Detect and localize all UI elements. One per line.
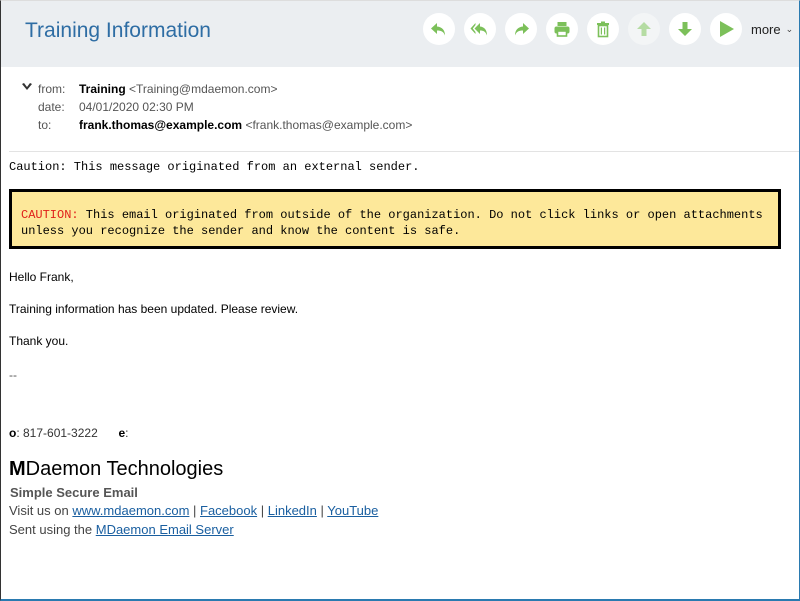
message-text: Training information has been updated. P… — [9, 302, 299, 316]
closing: Thank you. — [9, 334, 69, 348]
visit-line: Visit us on www.mdaemon.com | Facebook |… — [9, 503, 379, 518]
youtube-link[interactable]: YouTube — [327, 503, 378, 518]
email-value: : — [125, 426, 129, 440]
to-address: <frank.thomas@example.com> — [245, 118, 413, 132]
play-button[interactable] — [710, 13, 742, 45]
print-icon — [554, 22, 570, 37]
phone-value: : 817-601-3222 — [16, 426, 98, 440]
contact-line: o: 817-601-3222 e: — [9, 426, 128, 440]
caution-label: CAUTION: — [21, 208, 79, 222]
reply-icon — [431, 23, 445, 36]
signature-separator: -- — [9, 368, 17, 382]
caution-text: This email originated from outside of th… — [21, 208, 763, 238]
message-toolbar: more ⌄ — [423, 13, 793, 45]
to-name[interactable]: frank.thomas@example.com — [79, 118, 242, 132]
reply-all-button[interactable] — [464, 13, 496, 45]
arrow-up-icon — [637, 22, 651, 36]
message-subject: Training Information — [25, 19, 211, 42]
company-name: MDaemon Technologies — [9, 458, 224, 480]
next-button[interactable] — [669, 13, 701, 45]
to-label: to: — [38, 118, 52, 132]
external-sender-notice: Caution: This message originated from an… — [9, 160, 420, 174]
website-link[interactable]: www.mdaemon.com — [72, 503, 189, 518]
delete-button[interactable] — [587, 13, 619, 45]
company-tagline: Simple Secure Email — [10, 485, 138, 500]
arrow-down-icon — [678, 22, 692, 36]
reply-button[interactable] — [423, 13, 455, 45]
print-button[interactable] — [546, 13, 578, 45]
forward-icon — [515, 23, 529, 36]
play-icon — [720, 21, 734, 37]
from-name[interactable]: Training — [79, 82, 126, 96]
sent-using-line: Sent using the MDaemon Email Server — [9, 522, 234, 537]
previous-button[interactable] — [628, 13, 660, 45]
collapse-details-icon[interactable] — [22, 82, 32, 94]
linkedin-link[interactable]: LinkedIn — [268, 503, 317, 518]
from-label: from: — [38, 82, 66, 96]
trash-icon — [597, 21, 609, 38]
greeting: Hello Frank, — [9, 270, 74, 284]
more-label: more — [751, 21, 781, 37]
caution-banner: CAUTION: This email originated from outs… — [9, 189, 781, 249]
date-label: date: — [38, 100, 65, 114]
message-meta: from: Training <Training@mdaemon.com> da… — [9, 67, 799, 152]
chevron-down-icon: ⌄ — [785, 23, 794, 34]
reply-all-icon — [470, 23, 487, 36]
mdaemon-server-link[interactable]: MDaemon Email Server — [96, 522, 234, 537]
facebook-link[interactable]: Facebook — [200, 503, 257, 518]
more-menu-button[interactable]: more ⌄ — [751, 22, 793, 37]
date-value: 04/01/2020 02:30 PM — [79, 100, 194, 114]
from-address: <Training@mdaemon.com> — [129, 82, 278, 96]
message-header: Training Information more ⌄ — [1, 1, 799, 67]
forward-button[interactable] — [505, 13, 537, 45]
